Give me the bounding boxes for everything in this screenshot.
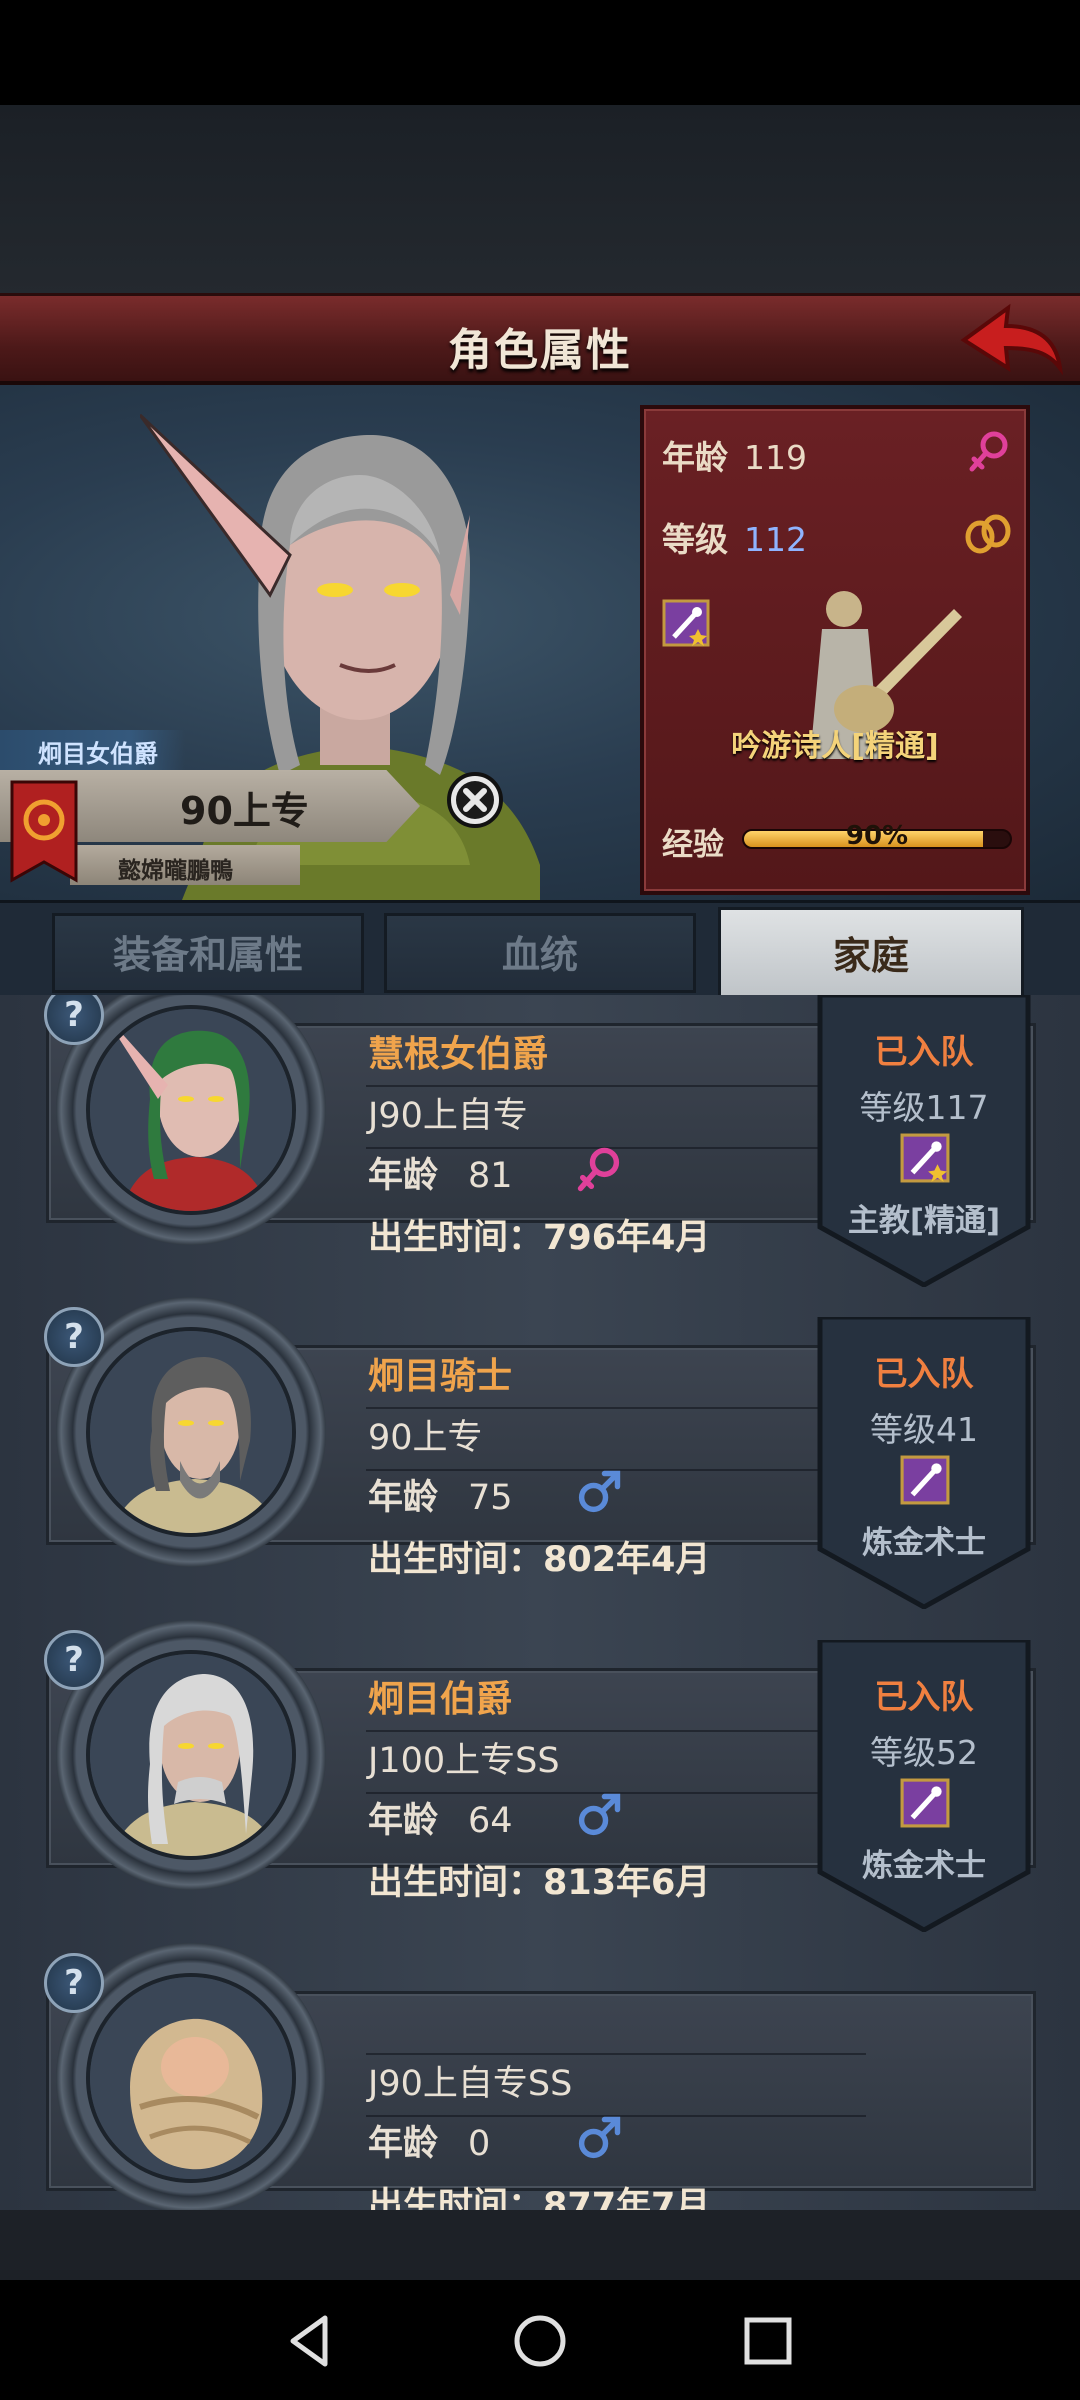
character-info-panel: 年龄 119 等级 112 吟游诗人[精通] 经验 90%	[640, 405, 1030, 895]
back-arrow-icon[interactable]	[956, 302, 1066, 382]
noble-title: 炯目女伯爵	[0, 730, 185, 770]
level-label: 等级	[662, 520, 728, 559]
avatar	[86, 1650, 296, 1860]
party-class: 主教[精通]	[847, 1203, 1001, 1239]
member-birth: 出生时间：877年7月	[368, 2186, 711, 2210]
party-pennant: 已入队 等级117 主教[精通]	[814, 995, 1034, 1287]
level-value: 41	[936, 1410, 978, 1449]
party-status: 已入队	[874, 1032, 974, 1071]
member-age: 年龄 64	[368, 1792, 513, 1843]
party-level: 等级52	[814, 1726, 1034, 1774]
avatar	[86, 1005, 296, 1215]
level-value: 117	[925, 1088, 989, 1127]
age-value: 0	[468, 2124, 491, 2164]
help-icon[interactable]: ?	[44, 1630, 104, 1690]
class-staff-icon	[900, 1778, 950, 1828]
member-name: 炯目伯爵	[368, 1679, 513, 1720]
party-pennant: 已入队 等级52 炼金术士	[814, 1640, 1034, 1932]
level-label: 等级	[870, 1410, 936, 1449]
tab-family[interactable]: 家庭	[718, 907, 1024, 999]
age-label: 年龄	[368, 1801, 439, 1841]
age-value: 119	[744, 438, 807, 477]
exp-label: 经验	[662, 827, 724, 863]
member-age: 年龄 0	[368, 2115, 490, 2166]
member-birth: 出生时间：796年4月	[368, 1218, 711, 1258]
party-status: 已入队	[874, 1677, 974, 1716]
member-age: 年龄 81	[368, 1147, 513, 1198]
age-row: 年龄 119	[662, 431, 807, 479]
family-list[interactable]: ? 慧根女伯爵 J90上自专 年龄 81 出生时间：796年4月 已入队 等级11…	[0, 995, 1080, 2210]
member-age: 年龄 75	[368, 1469, 513, 1520]
system-nav-bar	[0, 2280, 1080, 2400]
close-icon[interactable]	[446, 771, 504, 829]
male-icon	[578, 1793, 621, 1836]
rank-label: 90上专	[180, 789, 309, 833]
male-icon	[578, 2116, 621, 2159]
party-level: 等级117	[814, 1081, 1034, 1129]
member-rank: 90上专	[368, 1418, 483, 1458]
rings-icon	[965, 514, 1011, 554]
top-backdrop	[0, 105, 1080, 295]
age-value: 64	[468, 1801, 513, 1841]
member-birth: 出生时间：802年4月	[368, 1540, 711, 1580]
level-value: 52	[936, 1733, 978, 1772]
class-name: 吟游诗人[精通]	[731, 729, 939, 764]
female-icon	[969, 431, 1008, 472]
family-card[interactable]: ? 炯目骑士 90上专 年龄 75 出生时间：802年4月 已入队 等级41 炼金…	[44, 1297, 1036, 1609]
level-label: 等级	[870, 1733, 936, 1772]
party-class: 炼金术士	[862, 1525, 986, 1561]
age-label: 年龄	[368, 1478, 439, 1518]
level-label: 等级	[859, 1088, 926, 1127]
tab-bar: 装备和属性 血统 家庭	[0, 900, 1080, 999]
member-rank: J100上专SS	[368, 1741, 560, 1781]
class-staff-icon	[662, 599, 710, 647]
female-icon	[577, 1147, 620, 1192]
member-portrait	[90, 1331, 292, 1533]
recents-icon[interactable]	[733, 2306, 803, 2376]
age-value: 75	[468, 1478, 513, 1518]
member-rank: J90上自专	[368, 1096, 528, 1136]
bottom-strip	[0, 2210, 1080, 2280]
avatar	[86, 1973, 296, 2183]
help-icon[interactable]: ?	[44, 1307, 104, 1367]
given-name: 懿嫦曨鵬鴨	[70, 845, 300, 885]
age-label: 年龄	[662, 438, 728, 477]
status-bar	[0, 0, 1080, 105]
member-rank: J90上自专SS	[368, 2064, 573, 2104]
tab-equipment[interactable]: 装备和属性	[52, 913, 364, 993]
member-portrait	[90, 1654, 292, 1856]
family-card[interactable]: ? 慧根女伯爵 J90上自专 年龄 81 出生时间：796年4月 已入队 等级11…	[44, 995, 1036, 1287]
page-title: 角色属性	[448, 325, 632, 376]
help-icon[interactable]: ?	[44, 1953, 104, 2013]
member-portrait	[90, 1009, 292, 1211]
member-name: 炯目骑士	[368, 1356, 513, 1397]
family-card[interactable]: ? 炯目伯爵 J100上专SS 年龄 64 出生时间：813年6月 已入队 等级5…	[44, 1620, 1036, 1932]
tab-bloodline[interactable]: 血统	[384, 913, 696, 993]
age-value: 81	[468, 1156, 513, 1196]
age-label: 年龄	[368, 2124, 439, 2164]
male-icon	[578, 1470, 621, 1513]
level-row: 等级 112	[662, 513, 807, 561]
age-label: 年龄	[368, 1156, 439, 1196]
faction-banner-icon	[10, 780, 78, 883]
home-icon[interactable]	[505, 2306, 575, 2376]
party-pennant: 已入队 等级41 炼金术士	[814, 1317, 1034, 1609]
level-value: 112	[744, 520, 807, 559]
party-level: 等级41	[814, 1403, 1034, 1451]
party-class: 炼金术士	[862, 1848, 986, 1884]
exp-percent: 90%	[845, 821, 909, 851]
class-staff-icon	[900, 1133, 950, 1183]
party-status: 已入队	[874, 1354, 974, 1393]
character-hero: 炯目女伯爵 90上专 懿嫦曨鵬鴨 年龄 119 等级 112 吟游诗人[精通] …	[0, 385, 1080, 900]
family-card[interactable]: ? J90上自专SS 年龄 0 出生时间：877年7月	[44, 1943, 1036, 2210]
avatar	[86, 1327, 296, 1537]
class-staff-icon	[900, 1455, 950, 1505]
title-bar: 角色属性	[0, 293, 1080, 385]
back-icon[interactable]	[275, 2306, 345, 2376]
member-birth: 出生时间：813年6月	[368, 1863, 711, 1903]
member-name: 慧根女伯爵	[368, 1034, 549, 1075]
baby-portrait	[90, 1977, 292, 2179]
